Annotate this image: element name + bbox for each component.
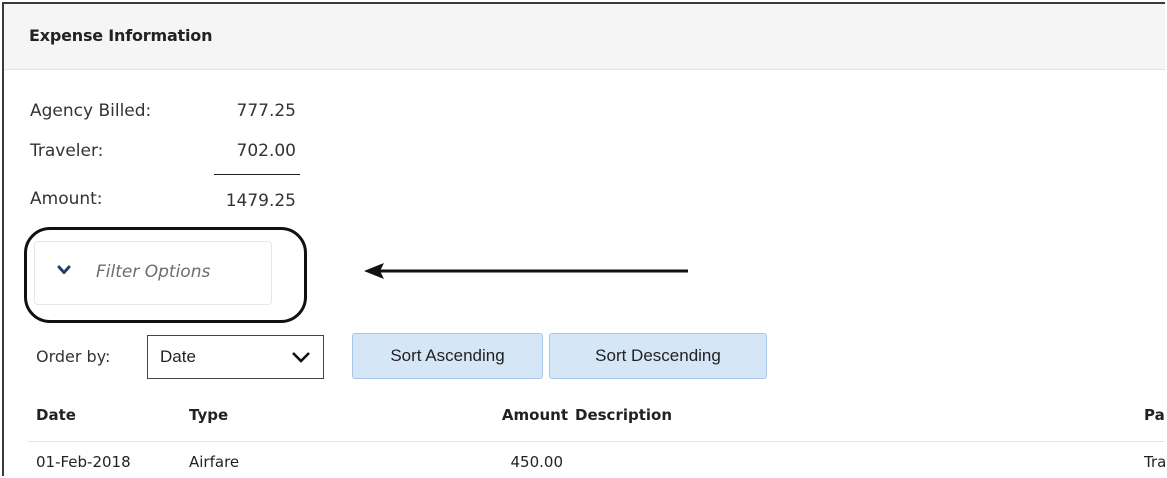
sort-ascending-button[interactable]: Sort Ascending (352, 333, 543, 379)
column-header-payment[interactable]: Pa (1144, 406, 1165, 424)
subtotal-rule (214, 174, 300, 175)
order-by-select[interactable]: Date (147, 335, 324, 379)
table-header-divider (28, 441, 1165, 442)
column-header-type[interactable]: Type (189, 406, 228, 424)
chevron-down-icon (292, 352, 310, 363)
amount-label: Amount: (30, 189, 103, 209)
cell-payment: Tra (1144, 453, 1165, 471)
agency-billed-value: 777.25 (236, 101, 296, 121)
agency-billed-label: Agency Billed: (30, 101, 152, 121)
column-header-amount[interactable]: Amount (463, 406, 568, 424)
panel-title: Expense Information (29, 26, 213, 45)
traveler-value: 702.00 (236, 141, 296, 161)
traveler-label: Traveler: (30, 141, 104, 161)
panel-header: Expense Information (4, 4, 1165, 70)
annotation-arrow-icon (364, 263, 688, 279)
order-by-selected-value: Date (160, 347, 196, 366)
order-by-label: Order by: (36, 347, 111, 366)
sort-descending-button[interactable]: Sort Descending (549, 333, 767, 379)
annotation-circle (24, 227, 307, 323)
column-header-description[interactable]: Description (575, 406, 672, 424)
expense-panel: Expense Information Agency Billed: 777.2… (2, 2, 1165, 476)
cell-type: Airfare (189, 453, 240, 471)
column-header-date[interactable]: Date (36, 406, 76, 424)
cell-amount: 450.00 (510, 453, 564, 471)
amount-value: 1479.25 (225, 191, 296, 211)
cell-date: 01-Feb-2018 (36, 453, 131, 471)
